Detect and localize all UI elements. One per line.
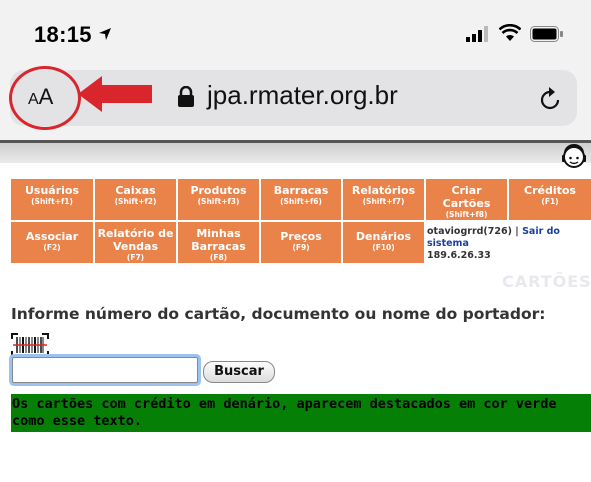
reload-icon[interactable] <box>538 86 562 112</box>
session-separator: | <box>515 226 519 237</box>
annotation-circle <box>9 66 81 130</box>
url-text[interactable]: jpa.rmater.org.br <box>207 80 398 111</box>
status-bar: 18:15 <box>0 0 591 66</box>
username: otaviogrrd(726) <box>427 226 512 237</box>
cellular-signal-icon <box>466 26 488 42</box>
search-input[interactable] <box>12 357 198 383</box>
search-prompt: Informe número do cartão, documento ou n… <box>11 305 546 323</box>
menu-relatorio-vendas[interactable]: Relatório de Vendas (F7) <box>95 222 176 263</box>
menu-produtos[interactable]: Produtos (Shift+f3) <box>178 179 259 220</box>
clock: 18:15 <box>34 22 92 47</box>
menu-caixas[interactable]: Caixas (Shift+f2) <box>95 179 176 220</box>
page-top-bar <box>0 140 591 163</box>
menu-minhas-barracas[interactable]: Minhas Barracas (F8) <box>178 222 259 263</box>
lock-icon <box>178 86 194 107</box>
menu-usuarios[interactable]: Usuários (Shift+f1) <box>11 179 93 220</box>
menu-associar[interactable]: Associar (F2) <box>11 222 93 263</box>
menu-creditos[interactable]: Créditos (F1) <box>509 179 591 220</box>
menu-relatorios[interactable]: Relatórios (Shift+f7) <box>343 179 424 220</box>
search-button[interactable]: Buscar <box>203 361 275 383</box>
wifi-icon <box>499 24 521 41</box>
green-highlight-note: Os cartões com crédito em denário, apare… <box>11 394 591 432</box>
section-title: CARTÕES <box>502 272 591 291</box>
menu-barracas[interactable]: Barracas (Shift+f6) <box>261 179 341 220</box>
session-info: otaviogrrd(726) | Sair do sistema 189.6.… <box>427 226 591 262</box>
support-agent-icon[interactable] <box>559 142 589 172</box>
menu-precos[interactable]: Preços (F9) <box>261 222 341 263</box>
menu-denarios[interactable]: Denários (F10) <box>343 222 424 263</box>
ip-address: 189.6.26.33 <box>427 250 491 261</box>
annotation-arrow-icon <box>78 76 152 112</box>
barcode-scanner-icon[interactable] <box>11 333 49 357</box>
battery-icon <box>530 26 563 42</box>
location-arrow-icon <box>99 28 111 40</box>
menu-criar-cartoes[interactable]: Criar Cartões (Shift+f8) <box>426 179 507 220</box>
